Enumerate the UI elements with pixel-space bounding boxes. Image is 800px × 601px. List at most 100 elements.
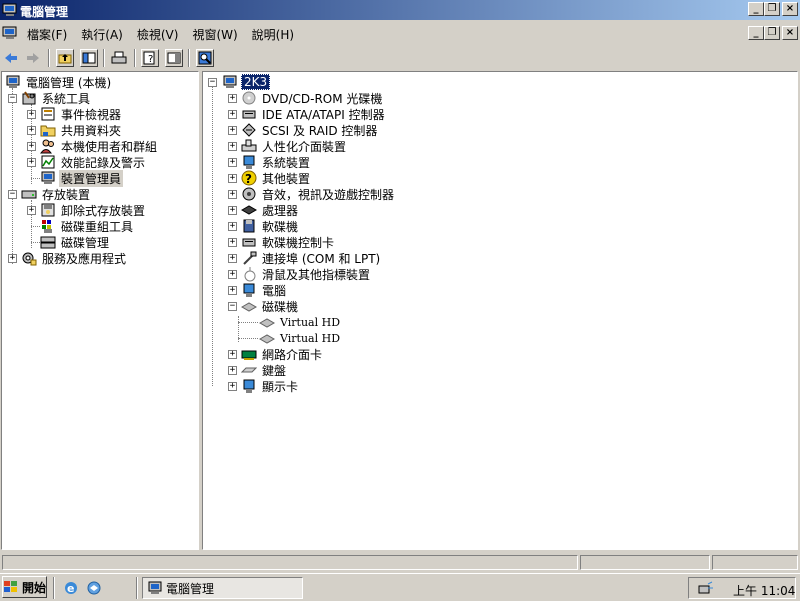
expand-toggle[interactable]: + (228, 366, 237, 375)
collapse-toggle[interactable]: − (208, 78, 217, 87)
title-bar[interactable]: 電腦管理 _ ❐ × (0, 0, 800, 20)
expand-toggle[interactable]: + (27, 142, 36, 151)
tree-item-storage[interactable]: 存放裝置 (21, 186, 92, 202)
menu-window[interactable]: 視窗(W) (185, 26, 244, 43)
device-category-display[interactable]: 顯示卡 (241, 378, 300, 394)
expand-toggle[interactable]: + (27, 126, 36, 135)
expand-toggle[interactable]: + (228, 254, 237, 263)
scan-hardware-icon[interactable] (196, 49, 214, 67)
tree-item-services-apps[interactable]: 服務及應用程式 (21, 250, 128, 266)
expand-toggle[interactable]: + (228, 222, 237, 231)
expand-toggle[interactable]: + (8, 254, 17, 263)
device-category-ports[interactable]: 連接埠 (COM 和 LPT) (241, 250, 382, 266)
device-category-sound[interactable]: 音效，視訊及遊戲控制器 (241, 186, 396, 202)
device-category-processor[interactable]: 處理器 (241, 202, 300, 218)
console-tree[interactable]: 電腦管理 (本機) − 系統工具 + 事件檢視器 + 共用資料夾 + 本機使用者… (1, 71, 199, 550)
taskbar-app-button[interactable]: 電腦管理 (142, 577, 303, 599)
tree-item-perf-logs[interactable]: 效能記錄及警示 (40, 154, 147, 170)
menu-view[interactable]: 檢視(V) (130, 26, 186, 43)
expand-toggle[interactable]: + (228, 190, 237, 199)
device-category-keyboard[interactable]: 鍵盤 (241, 362, 288, 378)
forward-icon[interactable] (24, 49, 42, 67)
device-category-network[interactable]: 網路介面卡 (241, 346, 324, 362)
up-level-icon[interactable] (56, 49, 74, 67)
expand-toggle[interactable]: + (228, 126, 237, 135)
device-category-disk-drives[interactable]: 磁碟機 (241, 298, 300, 314)
tree-item-defrag[interactable]: 磁碟重組工具 (40, 218, 135, 234)
menu-help[interactable]: 說明(H) (245, 26, 301, 43)
child-minimize-button[interactable]: _ (748, 26, 764, 40)
expand-toggle[interactable]: + (228, 110, 237, 119)
tree-item-shared-folders[interactable]: 共用資料夾 (40, 122, 123, 138)
minimize-button[interactable]: _ (748, 2, 764, 16)
tree-root[interactable]: 電腦管理 (本機) (5, 74, 113, 90)
expand-toggle[interactable]: + (228, 142, 237, 151)
device-category-computer[interactable]: 電腦 (241, 282, 288, 298)
device-category-floppy[interactable]: 軟碟機 (241, 218, 300, 234)
system-device-icon (241, 154, 257, 170)
internet-explorer-icon[interactable]: e (62, 579, 80, 597)
tree-item-event-viewer[interactable]: 事件檢視器 (40, 106, 123, 122)
toolbar: ? (0, 46, 800, 70)
expand-toggle[interactable]: + (228, 206, 237, 215)
device-category-other[interactable]: ? 其他裝置 (241, 170, 312, 186)
device-category-system[interactable]: 系統裝置 (241, 154, 312, 170)
taskbar: 開始 e 電腦管理 上午 11:04 (0, 573, 800, 601)
start-button[interactable]: 開始 (2, 576, 47, 598)
status-pane-main (2, 555, 578, 570)
device-category-hid[interactable]: 人性化介面裝置 (241, 138, 348, 154)
device-tree[interactable]: − 2K3 + DVD/CD-ROM 光碟機 + IDE ATA/ATAPI 控… (202, 71, 798, 550)
restore-button[interactable]: ❐ (764, 2, 780, 16)
child-close-button[interactable]: × (782, 26, 798, 40)
tree-item-disk-management[interactable]: 磁碟管理 (40, 234, 111, 250)
device-disk-virtual-hd-2[interactable]: Virtual HD (259, 330, 342, 346)
show-hide-tree-icon[interactable] (80, 49, 98, 67)
print-icon[interactable] (110, 49, 128, 67)
collapse-toggle[interactable]: − (228, 302, 237, 311)
device-category-ide[interactable]: IDE ATA/ATAPI 控制器 (241, 106, 387, 122)
expand-toggle[interactable]: + (27, 158, 36, 167)
collapse-toggle[interactable]: − (8, 190, 17, 199)
svg-text:?: ? (245, 172, 252, 186)
close-button[interactable]: × (782, 2, 798, 16)
device-category-mouse[interactable]: 滑鼠及其他指標裝置 (241, 266, 372, 282)
action-pane-icon[interactable] (165, 49, 183, 67)
device-category-floppy-controller[interactable]: 軟碟機控制卡 (241, 234, 336, 250)
device-category-dvd[interactable]: DVD/CD-ROM 光碟機 (241, 90, 384, 106)
network-tray-icon[interactable] (697, 579, 715, 597)
expand-toggle[interactable]: + (228, 286, 237, 295)
windows-logo-icon (3, 579, 19, 595)
expand-toggle[interactable]: + (27, 110, 36, 119)
device-root[interactable]: 2K3 (222, 74, 271, 90)
expand-toggle[interactable]: + (228, 382, 237, 391)
expand-toggle[interactable]: + (228, 238, 237, 247)
display-adapter-icon (241, 378, 257, 394)
console-icon[interactable] (2, 25, 18, 44)
status-pane-3 (712, 555, 798, 570)
expand-toggle[interactable]: + (228, 350, 237, 359)
tree-item-local-users[interactable]: 本機使用者和群組 (40, 138, 159, 154)
device-manager-icon (40, 170, 56, 186)
expand-toggle[interactable]: + (228, 94, 237, 103)
clock[interactable]: 上午 11:04 (733, 582, 795, 599)
expand-toggle[interactable]: + (228, 158, 237, 167)
disk-drive-icon (259, 330, 275, 346)
outlook-express-icon[interactable] (85, 579, 103, 597)
taskbar-separator (136, 577, 138, 599)
tools-icon (21, 90, 37, 106)
menu-action[interactable]: 執行(A) (74, 26, 130, 43)
expand-toggle[interactable]: + (228, 270, 237, 279)
device-disk-virtual-hd-1[interactable]: Virtual HD (259, 314, 342, 330)
menu-file[interactable]: 檔案(F) (20, 26, 74, 43)
child-restore-button[interactable]: ❐ (764, 26, 780, 40)
expand-toggle[interactable]: + (27, 206, 36, 215)
device-category-scsi[interactable]: SCSI 及 RAID 控制器 (241, 122, 379, 138)
properties-help-icon[interactable]: ? (141, 49, 159, 67)
back-icon[interactable] (2, 49, 20, 67)
event-viewer-icon (40, 106, 56, 122)
tree-item-removable-storage[interactable]: 卸除式存放裝置 (40, 202, 147, 218)
tree-item-device-manager[interactable]: 裝置管理員 (40, 169, 124, 187)
collapse-toggle[interactable]: − (8, 94, 17, 103)
tree-item-system-tools[interactable]: 系統工具 (21, 90, 92, 106)
expand-toggle[interactable]: + (228, 174, 237, 183)
